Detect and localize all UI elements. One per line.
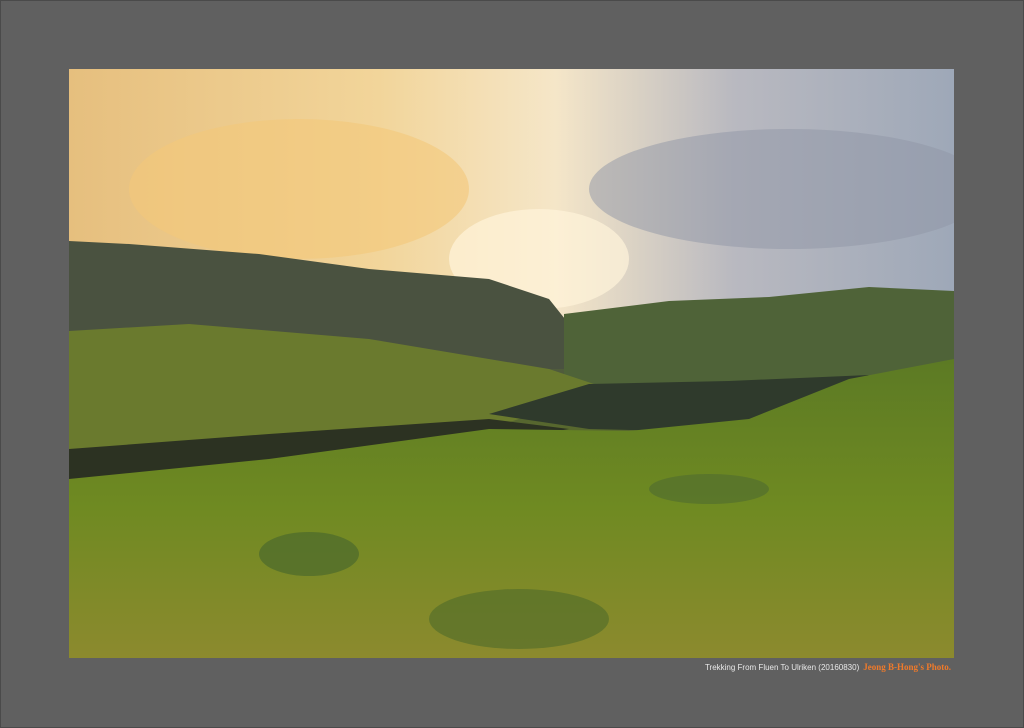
photo-caption: Trekking From Fluen To Ulriken (20160830… — [705, 662, 951, 672]
landscape-photo — [69, 69, 954, 658]
caption-title: Trekking From Fluen To Ulriken (20160830… — [704, 663, 860, 672]
landscape-illustration — [69, 69, 954, 658]
photo-credit: Jeong B-Hong's Photo. — [863, 662, 951, 672]
